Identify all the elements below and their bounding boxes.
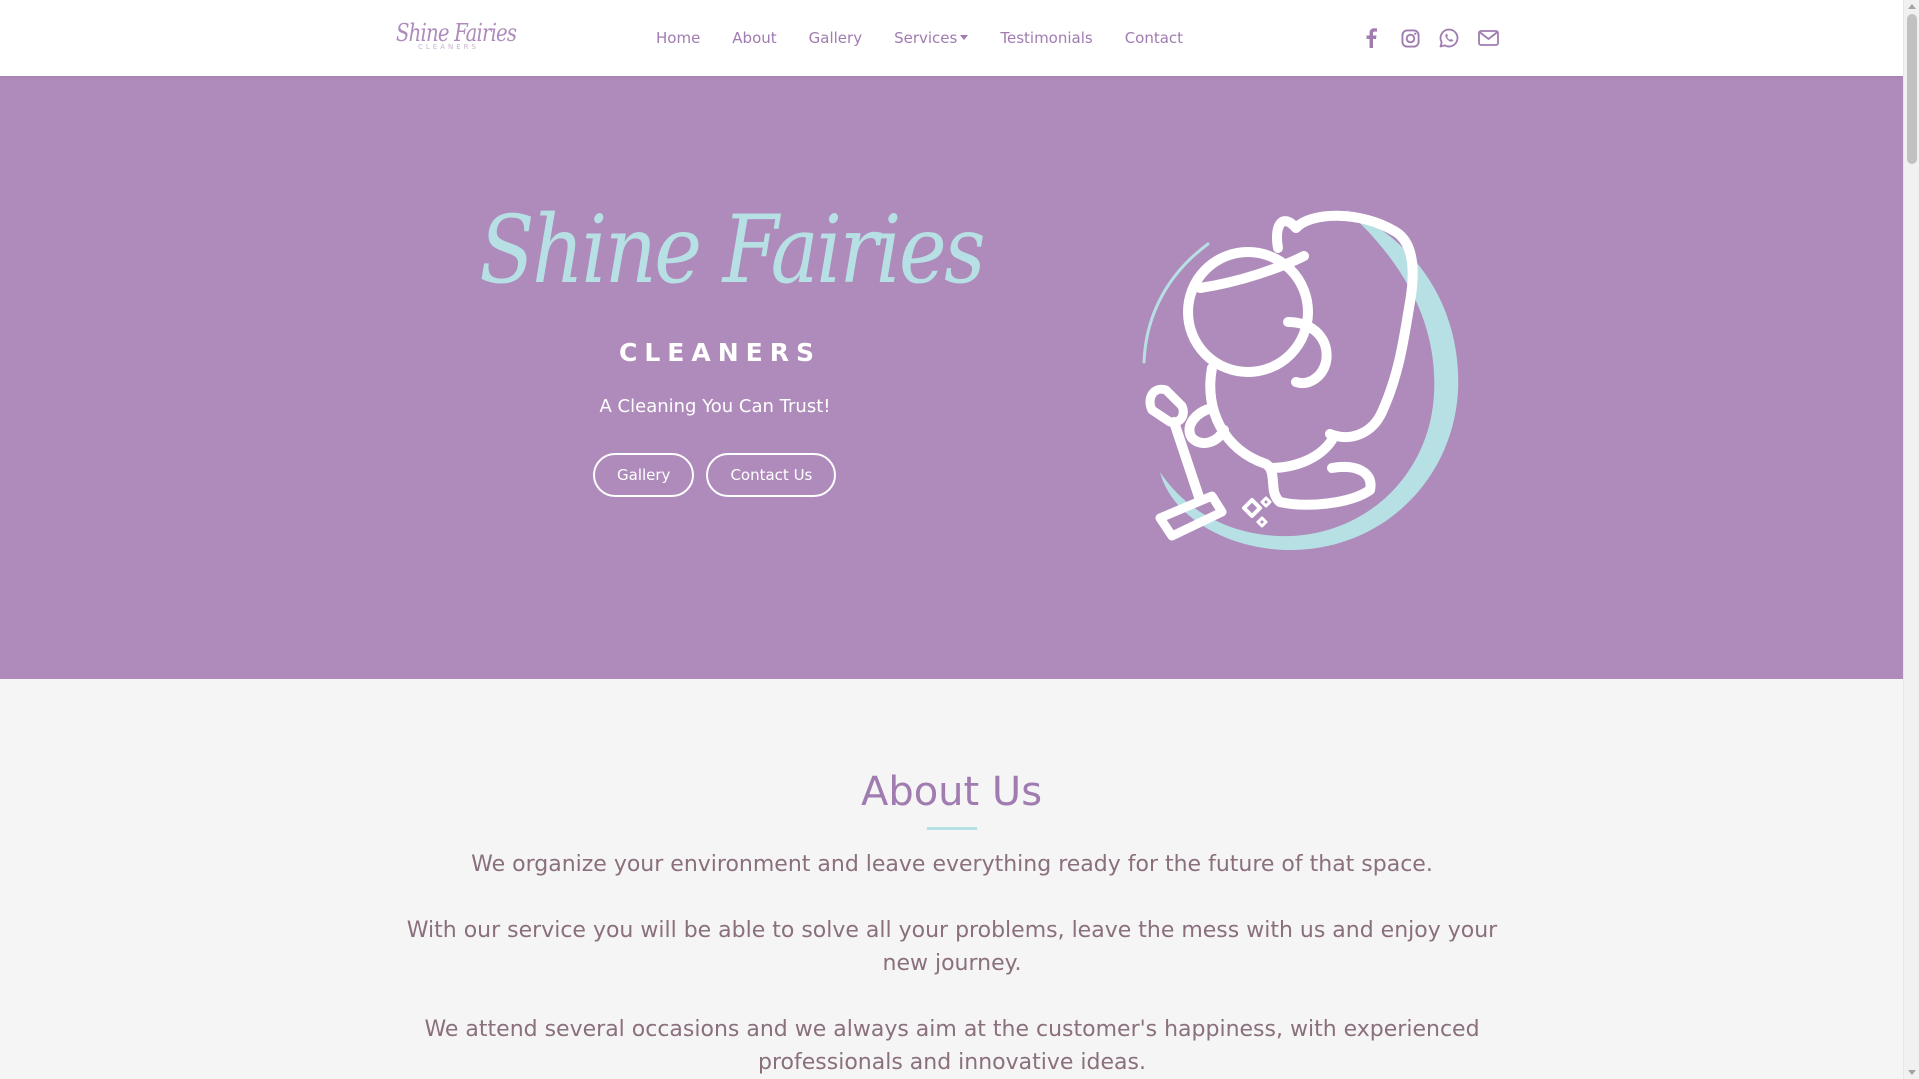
- hero-contact-button[interactable]: Contact Us: [706, 453, 837, 497]
- nav-home[interactable]: Home: [640, 0, 716, 76]
- nav-gallery[interactable]: Gallery: [793, 0, 878, 76]
- instagram-icon[interactable]: [1396, 24, 1424, 52]
- hero-gallery-button[interactable]: Gallery: [593, 453, 695, 497]
- nav-about[interactable]: About: [716, 0, 792, 76]
- fairy-vacuum-logo-icon: [1142, 210, 1459, 551]
- caret-down-icon: [960, 35, 969, 40]
- hero-buttons: Gallery Contact Us: [593, 453, 848, 497]
- about-paragraph: We organize your environment and leave e…: [471, 852, 1433, 877]
- hero-section: Shine Fairies CLEANERS A Cleaning You Ca…: [0, 76, 1903, 679]
- hero-title: Shine Fairies: [479, 196, 985, 305]
- social-links: [1357, 24, 1513, 52]
- brand-name: Shine Fairies: [396, 19, 517, 47]
- facebook-icon[interactable]: [1357, 24, 1385, 52]
- navbar: Shine Fairies CLEANERS Home About Galler…: [0, 0, 1903, 76]
- scrollbar-thumb[interactable]: [1907, 14, 1917, 164]
- nav-services-dropdown[interactable]: Services: [878, 0, 984, 76]
- scroll-down-arrow-icon[interactable]: [1908, 1070, 1916, 1075]
- about-paragraph: We attend several occasions and we alway…: [424, 1017, 1480, 1075]
- nav-services-label: Services: [894, 29, 958, 47]
- envelope-icon[interactable]: [1474, 24, 1502, 52]
- browser-viewport: Shine Fairies CLEANERS Home About Galler…: [0, 0, 1919, 1079]
- nav-links: Home About Gallery Services Testimonials…: [640, 0, 1199, 76]
- vertical-scrollbar[interactable]: [1903, 0, 1919, 1079]
- whatsapp-icon[interactable]: [1435, 24, 1463, 52]
- page: Shine Fairies CLEANERS Home About Galler…: [0, 0, 1903, 1079]
- about-paragraph: With our service you will be able to sol…: [406, 918, 1498, 976]
- about-title: About Us: [860, 769, 1043, 815]
- nav-contact[interactable]: Contact: [1109, 0, 1199, 76]
- about-divider: [927, 827, 977, 830]
- nav-testimonials[interactable]: Testimonials: [984, 0, 1108, 76]
- hero-subtitle: CLEANERS: [619, 338, 821, 367]
- brand-logo[interactable]: Shine Fairies CLEANERS: [396, 19, 517, 60]
- hero-tagline: A Cleaning You Can Trust!: [599, 396, 831, 417]
- about-section: About Us We organize your environment an…: [0, 679, 1903, 1079]
- scroll-up-arrow-icon[interactable]: [1908, 4, 1916, 9]
